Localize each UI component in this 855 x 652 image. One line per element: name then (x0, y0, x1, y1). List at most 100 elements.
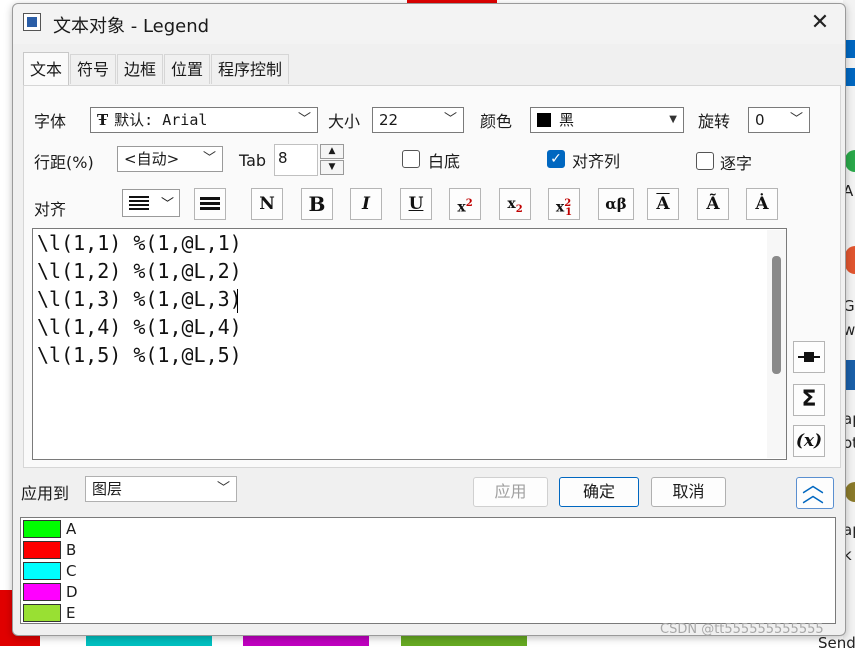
dialog-title: 文本对象 - Legend (53, 16, 210, 37)
legend-swatch (23, 604, 61, 622)
text-object-dialog: 文本对象 - Legend ✕ 文本 符号 边框 位置 程序控制 字体 Ŧ 默认:… (12, 3, 846, 636)
color-label: 颜色 (480, 112, 513, 131)
cancel-button[interactable]: 取消 (651, 477, 726, 507)
legend-label: D (66, 583, 78, 601)
align-columns-label: 对齐列 (572, 152, 621, 171)
legend-swatch (23, 541, 61, 559)
tab-symbol[interactable]: 符号 (70, 54, 117, 84)
text-cursor (237, 289, 238, 313)
arrow-down-icon: ▼ (328, 162, 336, 172)
legend-swatch (23, 520, 61, 538)
rotation-select[interactable]: 0 ﹀ (748, 107, 810, 133)
char-by-char-label: 逐字 (720, 154, 753, 173)
apply-to-value: 图层 (92, 480, 123, 498)
editor-scroll-thumb[interactable] (772, 256, 781, 374)
line-weight-icon (200, 197, 220, 211)
background-check-icon (845, 68, 855, 86)
overline-button[interactable]: A (647, 188, 679, 220)
white-bg-checkbox[interactable] (402, 150, 420, 168)
align-label: 对齐 (34, 200, 67, 219)
chevron-down-icon: ﹀ (216, 481, 230, 496)
apply-button[interactable]: 应用 (473, 477, 548, 507)
rotation-select-value: 0 (755, 111, 765, 129)
overline-icon: A (656, 194, 670, 214)
line-spacing-label: 行距(%) (34, 153, 94, 172)
font-select-value: 默认: Arial (114, 111, 208, 129)
editor-line-3: \l(1,3) %(1,@L,3) (37, 287, 242, 311)
chevron-down-icon: ﹀ (161, 197, 175, 212)
checkmark-icon: ✓ (550, 151, 562, 167)
arrow-up-icon: ▲ (328, 146, 336, 156)
editor-scrollbar[interactable] (767, 230, 786, 458)
align-columns-checkbox[interactable]: ✓ (547, 150, 565, 168)
close-button[interactable]: ✕ (805, 8, 835, 38)
rotation-label: 旋转 (698, 112, 731, 131)
tilde-button[interactable]: Ã (697, 188, 729, 220)
font-select[interactable]: Ŧ 默认: Arial ﹀ (90, 107, 318, 133)
dropdown-arrow-icon: ▼ (669, 114, 677, 125)
line-spacing-select[interactable]: <自动> ﹀ (117, 146, 223, 172)
editor-line-1: \l(1,1) %(1,@L,1) (37, 231, 242, 255)
chevron-down-icon: ﹀ (202, 151, 216, 166)
editor-line-2: \l(1,2) %(1,@L,2) (37, 259, 242, 283)
italic-button[interactable]: I (350, 188, 382, 220)
truetype-icon: Ŧ (97, 111, 109, 129)
align-select[interactable]: ﹀ (122, 189, 180, 217)
line-style-button[interactable] (194, 188, 226, 220)
greek-button[interactable]: αβ (598, 188, 634, 220)
super-subscript-button[interactable]: x21 (548, 188, 580, 220)
legend-swatch (23, 583, 61, 601)
tab-position[interactable]: 位置 (164, 54, 211, 84)
chevron-down-icon: ﹀ (297, 112, 311, 127)
tab-border[interactable]: 边框 (117, 54, 164, 84)
size-select-value: 22 (379, 111, 399, 129)
tab-width-down-button[interactable]: ▼ (320, 160, 344, 175)
background-check-icon (845, 40, 855, 58)
char-by-char-checkbox[interactable] (696, 152, 714, 170)
legend-preview: A B C D E (20, 517, 836, 624)
subscript-digit: 1 (565, 207, 573, 219)
editor-line-4: \l(1,4) %(1,@L,4) (37, 315, 242, 339)
tab-width-input[interactable]: 8 (274, 144, 318, 176)
line-spacing-value: <自动> (124, 150, 180, 168)
apply-to-select[interactable]: 图层 ﹀ (85, 476, 237, 502)
variable-button[interactable]: (x) (793, 425, 825, 457)
superscript-button[interactable]: x2 (449, 188, 481, 220)
legend-label: C (66, 562, 77, 580)
subscript-button[interactable]: x2 (499, 188, 531, 220)
size-label: 大小 (328, 112, 361, 131)
sigma-button[interactable]: Σ (793, 384, 825, 416)
line-symbol-marker (804, 352, 814, 362)
color-select[interactable]: 黑 ▼ (530, 107, 684, 133)
size-select[interactable]: 22 ﹀ (372, 107, 464, 133)
tab-program-control[interactable]: 程序控制 (211, 54, 290, 84)
legend-swatch (23, 562, 61, 580)
title-bar[interactable]: 文本对象 - Legend ✕ (13, 4, 845, 44)
tab-width-label: Tab (239, 151, 267, 170)
editor-line-5: \l(1,5) %(1,@L,5) (37, 343, 242, 367)
normal-button[interactable]: N (251, 188, 283, 220)
tab-text[interactable]: 文本 (23, 52, 70, 86)
chevron-down-icon: ﹀ (789, 112, 803, 127)
insert-symbol-button[interactable] (793, 341, 825, 373)
bold-button[interactable]: B (301, 188, 333, 220)
align-left-icon (129, 196, 149, 210)
white-bg-label: 白底 (428, 152, 461, 171)
watermark: CSDN @tt555555555555 (660, 622, 824, 637)
double-chevron-up-icon-lower: ︿ (802, 483, 825, 508)
subscript-digit: 2 (515, 203, 523, 215)
color-select-value: 黑 (559, 111, 575, 129)
ok-button[interactable]: 确定 (559, 477, 639, 507)
apply-to-label: 应用到 (21, 484, 70, 503)
superscript-digit: 2 (465, 198, 473, 209)
underline-button[interactable]: U (400, 188, 432, 220)
text-editor[interactable]: \l(1,1) %(1,@L,1) \l(1,2) %(1,@L,2) \l(1… (32, 228, 787, 460)
color-swatch (537, 113, 551, 127)
collapse-button[interactable]: ︿ ︿ (796, 475, 834, 509)
legend-label: A (66, 520, 77, 538)
tab-width-up-button[interactable]: ▲ (320, 144, 344, 159)
legend-label: B (66, 541, 77, 559)
dialog-app-icon (23, 13, 41, 31)
dot-above-button[interactable]: Ȧ (746, 188, 778, 220)
legend-label: E (66, 604, 76, 622)
